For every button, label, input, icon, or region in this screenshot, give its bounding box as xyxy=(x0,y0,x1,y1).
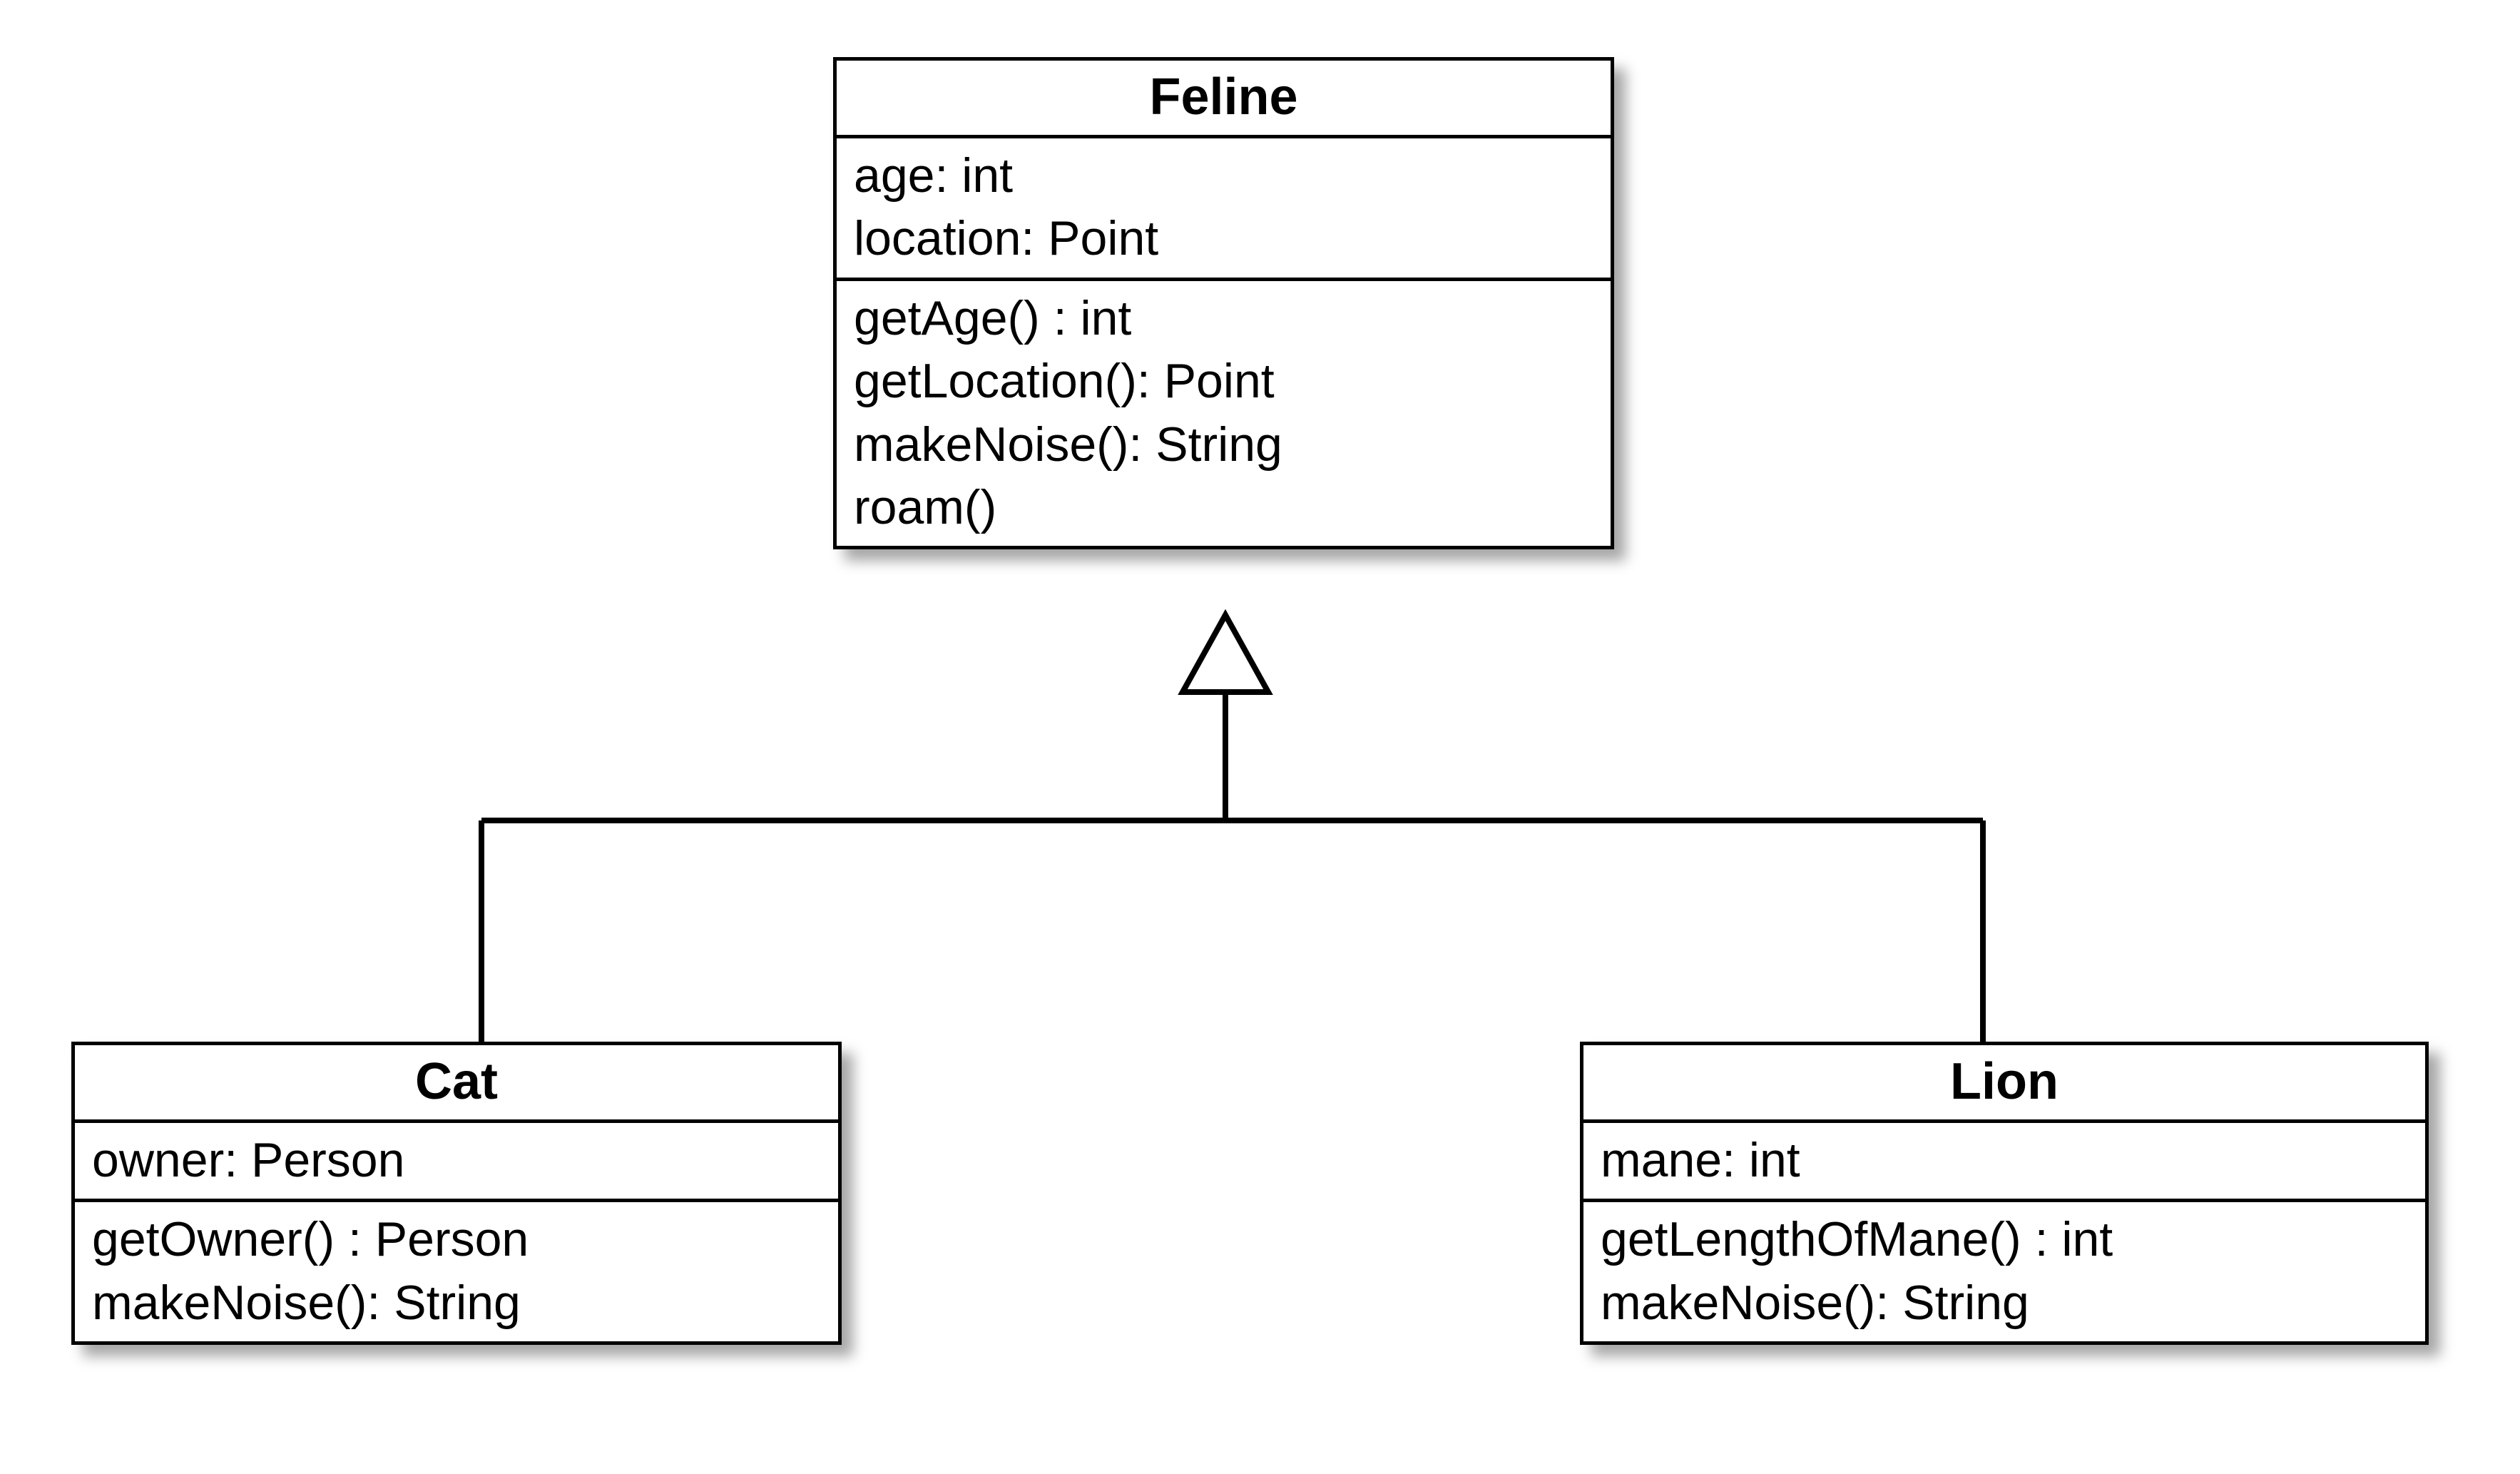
operation-row: getAge() : int xyxy=(837,281,1611,350)
operation-row: getLengthOfMane() : int xyxy=(1583,1202,2425,1271)
operation-row: getLocation(): Point xyxy=(837,350,1611,412)
operation-row: makeNoise(): String xyxy=(75,1271,838,1341)
uml-diagram: Feline age: int location: Point getAge()… xyxy=(0,0,2520,1474)
class-box-lion: Lion mane: int getLengthOfMane() : int m… xyxy=(1580,1042,2429,1345)
attribute-row: age: int xyxy=(837,138,1611,207)
attribute-row: mane: int xyxy=(1583,1123,2425,1199)
operations-compartment: getOwner() : Person makeNoise(): String xyxy=(75,1199,838,1341)
operation-row: getOwner() : Person xyxy=(75,1202,838,1271)
attribute-row: owner: Person xyxy=(75,1123,838,1199)
operation-row: makeNoise(): String xyxy=(1583,1271,2425,1341)
operations-compartment: getLengthOfMane() : int makeNoise(): Str… xyxy=(1583,1199,2425,1341)
operation-row: makeNoise(): String xyxy=(837,413,1611,476)
operation-row: roam() xyxy=(837,476,1611,546)
operations-compartment: getAge() : int getLocation(): Point make… xyxy=(837,278,1611,547)
attributes-compartment: mane: int xyxy=(1583,1119,2425,1199)
generalization-arrowhead xyxy=(1183,615,1268,692)
class-box-cat: Cat owner: Person getOwner() : Person ma… xyxy=(71,1042,842,1345)
attribute-row: location: Point xyxy=(837,207,1611,277)
attributes-compartment: owner: Person xyxy=(75,1119,838,1199)
class-name: Cat xyxy=(75,1045,838,1119)
class-box-feline: Feline age: int location: Point getAge()… xyxy=(833,57,1614,549)
attributes-compartment: age: int location: Point xyxy=(837,135,1611,278)
class-name: Feline xyxy=(837,61,1611,135)
class-name: Lion xyxy=(1583,1045,2425,1119)
